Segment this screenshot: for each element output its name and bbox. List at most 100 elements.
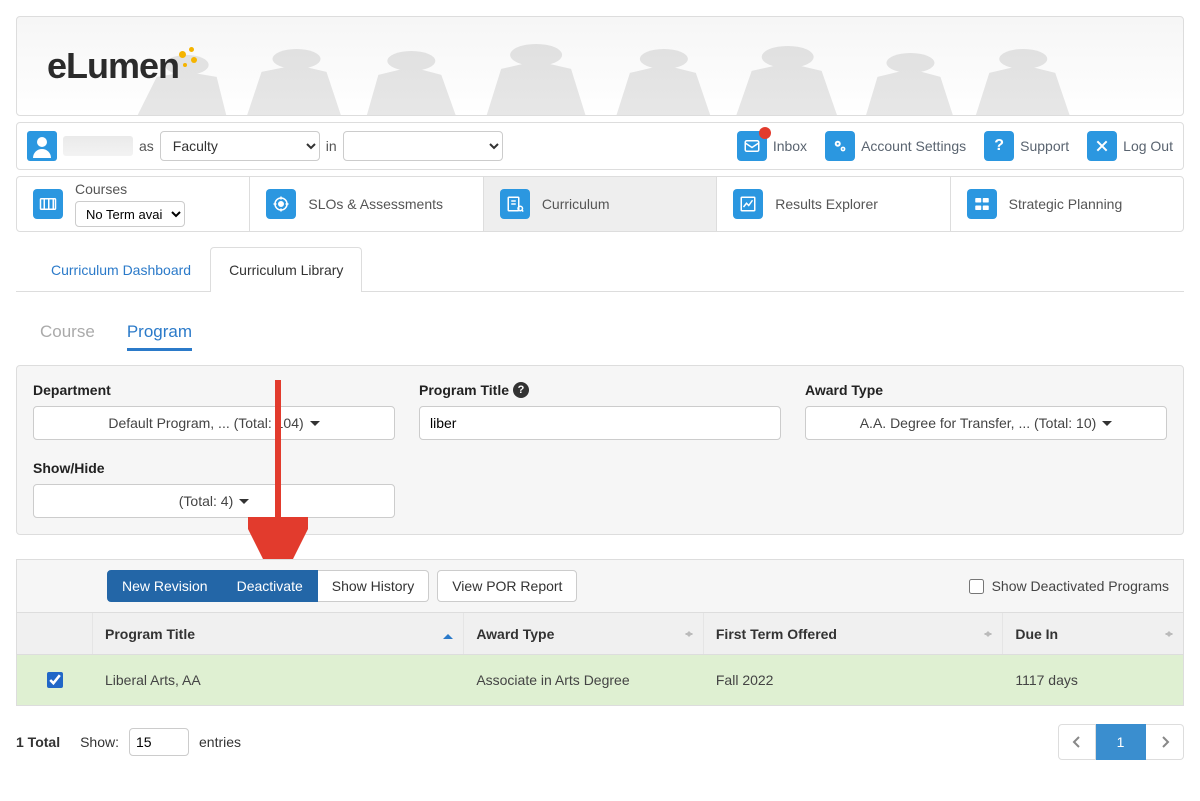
table-footer: 1 Total Show: entries 1	[16, 724, 1184, 760]
nav-curriculum-label: Curriculum	[542, 196, 610, 212]
show-deactivated-toggle[interactable]: Show Deactivated Programs	[969, 578, 1169, 594]
department-label: Department	[33, 382, 395, 398]
filter-panel: Department Default Program, ... (Total: …	[16, 365, 1184, 535]
filter-show-hide: Show/Hide (Total: 4)	[33, 460, 395, 518]
chart-icon	[733, 189, 763, 219]
view-por-report-button[interactable]: View POR Report	[437, 570, 577, 602]
notification-badge-icon	[759, 127, 771, 139]
nav-results-explorer[interactable]: Results Explorer	[717, 177, 950, 231]
chevron-right-icon	[1160, 736, 1170, 748]
table-row[interactable]: Liberal Arts, AA Associate in Arts Degre…	[17, 655, 1183, 705]
filter-program-title: Program Title ?	[419, 382, 781, 440]
show-hide-label: Show/Hide	[33, 460, 395, 476]
total-count: 1 Total	[16, 734, 60, 750]
award-type-label: Award Type	[805, 382, 1167, 398]
logout-link[interactable]: Log Out	[1087, 131, 1173, 161]
inbox-link[interactable]: Inbox	[737, 131, 807, 161]
department-dropdown[interactable]: Default Program, ... (Total: 104)	[33, 406, 395, 440]
col-program-title[interactable]: Program Title	[93, 613, 464, 654]
cell-first-term: Fall 2022	[704, 672, 1003, 688]
tab-curriculum-library[interactable]: Curriculum Library	[210, 247, 362, 292]
help-icon[interactable]: ?	[513, 382, 529, 398]
cell-award-type: Associate in Arts Degree	[464, 672, 704, 688]
user-bar: as Faculty in Inbox Account Settings ? S…	[16, 122, 1184, 170]
col-checkbox	[17, 613, 93, 654]
account-settings-link[interactable]: Account Settings	[825, 131, 966, 161]
show-deactivated-checkbox[interactable]	[969, 579, 984, 594]
nav-strategic-planning[interactable]: Strategic Planning	[951, 177, 1183, 231]
page-prev-button[interactable]	[1058, 724, 1096, 760]
logo-dots-icon	[179, 45, 201, 81]
nav-courses-label: Courses	[75, 181, 185, 197]
nav-courses[interactable]: Courses No Term avai...	[17, 177, 250, 231]
as-label: as	[139, 138, 154, 154]
nav-strategic-planning-label: Strategic Planning	[1009, 196, 1123, 212]
user-name-redacted	[63, 136, 133, 156]
action-button-group: New Revision Deactivate Show History	[107, 570, 429, 602]
chevron-left-icon	[1072, 736, 1082, 748]
table-toolbar: New Revision Deactivate Show History Vie…	[17, 560, 1183, 613]
show-label: Show:	[80, 734, 119, 750]
sort-icon	[984, 627, 992, 641]
cell-program-title: Liberal Arts, AA	[93, 672, 464, 688]
logout-label: Log Out	[1123, 138, 1173, 154]
gears-icon	[825, 131, 855, 161]
curriculum-subtabs: Curriculum Dashboard Curriculum Library	[16, 246, 1184, 292]
show-deactivated-label: Show Deactivated Programs	[992, 578, 1169, 594]
mini-tab-course[interactable]: Course	[40, 322, 95, 351]
table-header-row: Program Title Award Type First Term Offe…	[17, 613, 1183, 655]
pagination: 1	[1058, 724, 1184, 760]
question-icon: ?	[984, 131, 1014, 161]
award-type-dropdown[interactable]: A.A. Degree for Transfer, ... (Total: 10…	[805, 406, 1167, 440]
support-label: Support	[1020, 138, 1069, 154]
entries-suffix: entries	[199, 734, 241, 750]
user-avatar-icon[interactable]	[27, 131, 57, 161]
term-select[interactable]: No Term avai...	[75, 201, 185, 227]
brand-logo: eLumen	[47, 45, 201, 87]
chevron-down-icon	[239, 499, 249, 509]
chevron-down-icon	[310, 421, 320, 431]
role-select[interactable]: Faculty	[160, 131, 320, 161]
show-hide-dropdown[interactable]: (Total: 4)	[33, 484, 395, 518]
col-due-in[interactable]: Due In	[1003, 613, 1183, 654]
program-title-label: Program Title ?	[419, 382, 781, 398]
nav-results-explorer-label: Results Explorer	[775, 196, 878, 212]
new-revision-button[interactable]: New Revision	[107, 570, 223, 602]
inbox-icon	[737, 131, 767, 161]
sort-asc-icon	[443, 629, 453, 639]
account-settings-label: Account Settings	[861, 138, 966, 154]
nav-slos-label: SLOs & Assessments	[308, 196, 443, 212]
curriculum-icon	[500, 189, 530, 219]
planning-icon	[967, 189, 997, 219]
deactivate-button[interactable]: Deactivate	[223, 570, 318, 602]
award-type-dropdown-value: A.A. Degree for Transfer, ... (Total: 10…	[860, 415, 1097, 431]
filter-award-type: Award Type A.A. Degree for Transfer, ...…	[805, 382, 1167, 440]
programs-table: New Revision Deactivate Show History Vie…	[16, 559, 1184, 706]
library-mini-tabs: Course Program	[40, 322, 1184, 351]
close-icon	[1087, 131, 1117, 161]
show-hide-dropdown-value: (Total: 4)	[179, 493, 233, 509]
department-select[interactable]	[343, 131, 503, 161]
cell-due-in: 1117 days	[1003, 672, 1183, 688]
support-link[interactable]: ? Support	[984, 131, 1069, 161]
show-history-button[interactable]: Show History	[318, 570, 429, 602]
mini-tab-program[interactable]: Program	[127, 322, 192, 351]
app-banner: eLumen	[16, 16, 1184, 116]
sort-icon	[685, 627, 693, 641]
program-title-input[interactable]	[419, 406, 781, 440]
nav-slos[interactable]: SLOs & Assessments	[250, 177, 483, 231]
nav-curriculum[interactable]: Curriculum	[484, 177, 717, 231]
page-next-button[interactable]	[1146, 724, 1184, 760]
courses-icon	[33, 189, 63, 219]
row-checkbox[interactable]	[47, 672, 63, 688]
col-award-type[interactable]: Award Type	[464, 613, 704, 654]
tab-curriculum-dashboard[interactable]: Curriculum Dashboard	[32, 247, 210, 292]
main-nav: Courses No Term avai... SLOs & Assessmen…	[16, 176, 1184, 232]
filter-department: Department Default Program, ... (Total: …	[33, 382, 395, 440]
page-1-button[interactable]: 1	[1096, 724, 1146, 760]
in-label: in	[326, 138, 337, 154]
chevron-down-icon	[1102, 421, 1112, 431]
entries-input[interactable]	[129, 728, 189, 756]
col-first-term[interactable]: First Term Offered	[704, 613, 1003, 654]
department-dropdown-value: Default Program, ... (Total: 104)	[108, 415, 303, 431]
